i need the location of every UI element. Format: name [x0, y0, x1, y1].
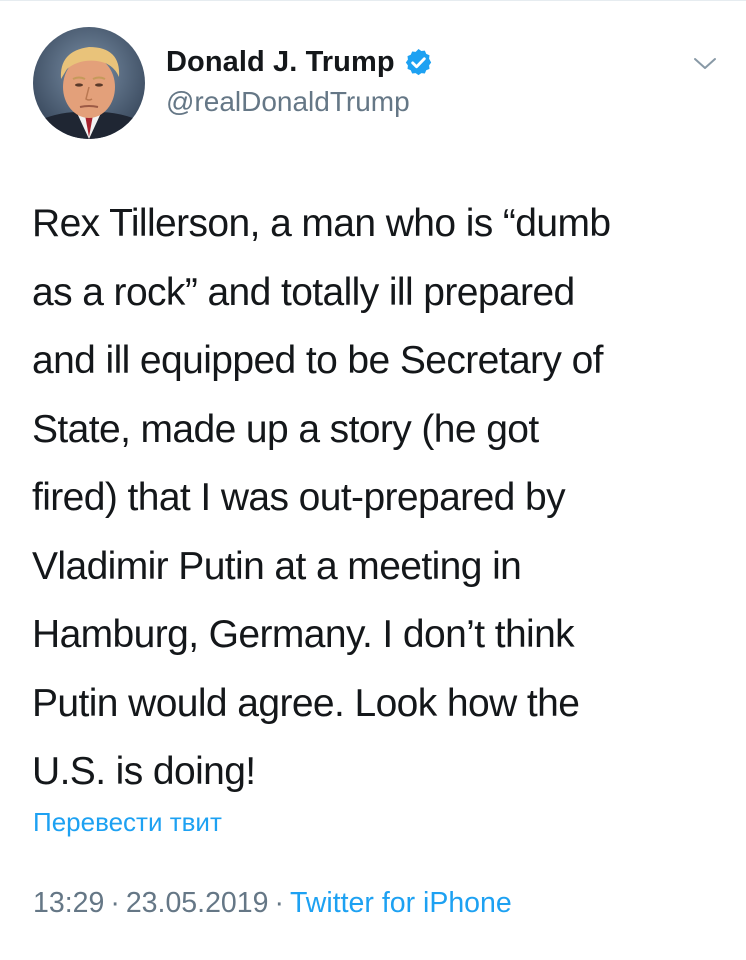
avatar[interactable] [33, 27, 145, 139]
tweet-meta: 13:29 · 23.05.2019 · Twitter for iPhone [33, 887, 512, 920]
display-name[interactable]: Donald J. Trump [166, 46, 395, 79]
profile-photo-icon [33, 27, 145, 139]
tweet-text: Rex Tillerson, a man who is “dumb as a r… [32, 202, 611, 793]
tweet-time[interactable]: 13:29 [33, 887, 104, 919]
translate-tweet-link[interactable]: Перевести твит [33, 807, 222, 838]
tweet-date[interactable]: 23.05.2019 [126, 887, 269, 919]
author-name-row[interactable]: Donald J. Trump [166, 40, 434, 84]
verified-badge-icon [403, 47, 434, 78]
tweet-source-link[interactable]: Twitter for iPhone [290, 887, 512, 919]
top-divider [0, 0, 746, 1]
meta-separator: · [274, 887, 284, 919]
author-handle[interactable]: @realDonaldTrump [166, 86, 410, 118]
meta-separator: · [110, 887, 120, 919]
chevron-down-icon[interactable] [690, 52, 720, 74]
